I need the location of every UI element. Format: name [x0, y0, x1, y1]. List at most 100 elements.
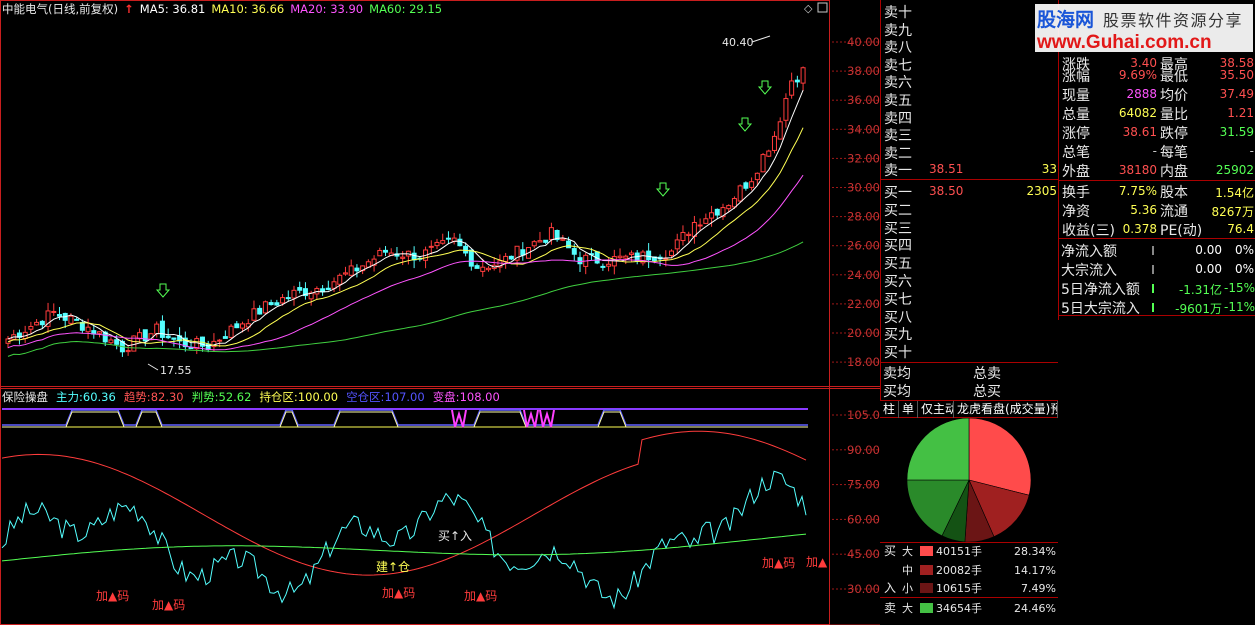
quote-value: 1.21 [1227, 106, 1254, 120]
sell-avg-row: 卖均 总卖 [880, 363, 1058, 382]
candle-body [342, 272, 348, 275]
quote-value: 2888 [1126, 87, 1157, 101]
quote-value: 0.378 [1122, 222, 1157, 236]
ma20-label: MA20: 33.90 [290, 1, 364, 16]
sell-avg-label: 卖均 [883, 366, 911, 382]
legend-size: 大 [902, 544, 913, 558]
indicator-axis-label: 105.0 [847, 408, 880, 422]
candle-body [709, 212, 715, 219]
candle-body [537, 240, 543, 243]
candle-body [714, 208, 720, 216]
indicator-title[interactable]: 保险操盘 [2, 389, 48, 405]
flow-bar [1152, 265, 1154, 274]
flow-value: 0.00 [1195, 243, 1222, 257]
candle-body [217, 339, 223, 342]
pie-panel: 买入卖大 40151手 28.34% 中 20082手 14.17% 小 10615手 7.49… [880, 417, 1058, 625]
add-position-annotation: 加▲码 [762, 556, 795, 570]
quote-label: 量比 [1160, 107, 1188, 123]
add-position-annotation: 加▲码 [382, 586, 415, 600]
quote-label: 现量 [1062, 88, 1090, 104]
tab-3[interactable]: 龙虎看盘(成交量)预 [954, 401, 1058, 418]
candle-body [686, 233, 692, 236]
legend-percent: 28.34% [1014, 545, 1056, 558]
quote-value: 8267万 [1211, 205, 1254, 219]
quote-value: 37.49 [1219, 87, 1254, 101]
candle-body [85, 326, 91, 333]
sell-level-1-volume: 33 [1041, 162, 1057, 177]
tab-1[interactable]: 单 [899, 401, 918, 418]
low-price-label: 17.55 [160, 364, 192, 377]
candle-body [463, 245, 469, 254]
candle-body [228, 325, 234, 338]
quote-row: 涨停 38.61 跌停 31.59 [1059, 123, 1255, 142]
candle-body [754, 172, 760, 181]
quote-row: 总量 64082 量比 1.21 [1059, 104, 1255, 123]
candle-body [268, 302, 274, 306]
diamond-icon: ◇ [804, 2, 813, 15]
indicator-main: 主力:60.36 [56, 389, 116, 404]
candle-body [291, 289, 297, 299]
candle-body [520, 249, 526, 256]
flow-value: 0.00 [1195, 262, 1222, 276]
quote-value: 76.4 [1227, 222, 1254, 236]
price-axis-label: 20.00 [847, 326, 880, 340]
candle-body [354, 267, 360, 272]
high-pointer [751, 35, 771, 43]
sell-level-2: 卖二 [881, 143, 1059, 162]
flow-row: 大宗流入 0.00 0% [1058, 260, 1255, 279]
quote-row: 换手 7.75% 股本 1.54亿 [1059, 182, 1255, 201]
indicator-axis-label: 75.00 [847, 478, 880, 492]
main-chart-area[interactable]: ◇ 40.00 38.00 36.00 34.00 32.00 30.00 28.00 26.0… [0, 0, 880, 625]
candle-body [337, 274, 343, 285]
sell-level-5: 卖五 [881, 90, 1059, 109]
candle-body [617, 255, 623, 259]
buy-level-2: 买二 [881, 200, 1059, 219]
watermark-logo: 股海网 股票软件资源分享 www.Guhai.com.cn [1035, 4, 1253, 53]
add-position-annotation: 加▲ [806, 555, 828, 569]
candle-body [777, 121, 783, 140]
tab-2[interactable]: 仅主动 [918, 401, 954, 418]
candle-body [400, 256, 406, 259]
candle-body [480, 266, 486, 272]
candle-body [428, 245, 434, 248]
kline-chart[interactable]: ◇ 40.00 38.00 36.00 34.00 32.00 30.00 28.00 26.0… [0, 0, 880, 625]
buy-level-7: 买七 [881, 289, 1059, 308]
candle-body [377, 249, 383, 257]
buy-arrow-icon [757, 80, 773, 95]
candle-body [125, 350, 131, 353]
candle-body [531, 241, 537, 247]
candle-body [39, 320, 45, 326]
legend-percent: 24.46% [1014, 602, 1056, 615]
quote-label: 流通 [1160, 204, 1188, 220]
candle-body [646, 250, 652, 261]
candle-body [669, 250, 675, 257]
quote-label: 最低 [1160, 69, 1188, 85]
buy-level-1-price: 38.50 [929, 184, 964, 198]
candle-body [159, 320, 165, 338]
zone-switch-line [2, 409, 808, 426]
candle-body [51, 310, 57, 313]
total-buy-label: 总买 [973, 384, 1001, 400]
candle-body [703, 218, 709, 224]
legend-swatch [920, 583, 933, 593]
quote-value: 64082 [1118, 106, 1157, 120]
tab-0[interactable]: 柱 [880, 401, 899, 418]
candle-body [800, 67, 806, 84]
candle-body [234, 323, 240, 329]
add-position-annotation: 加▲码 [96, 589, 129, 603]
quote-value: 25902 [1215, 163, 1254, 177]
price-axis-label: 26.00 [847, 239, 880, 253]
sell-level-9: 卖九 [881, 20, 1059, 39]
chart-header: 中能电气(日线,前复权) ↑ MA5: 36.81 MA10: 36.66 MA… [2, 1, 442, 16]
candle-body [274, 302, 280, 306]
quote-value: - [1152, 144, 1157, 158]
candle-body [79, 322, 85, 331]
candle-body [240, 323, 246, 329]
quote-label: 每笔 [1160, 145, 1188, 161]
candle-body [508, 255, 514, 260]
flow-value: -9601万 [1175, 302, 1222, 316]
order-book-divider [881, 179, 1059, 180]
price-axis-label: 22.00 [847, 297, 880, 311]
candle-body [297, 287, 303, 291]
buy-arrow-icon [155, 283, 171, 298]
